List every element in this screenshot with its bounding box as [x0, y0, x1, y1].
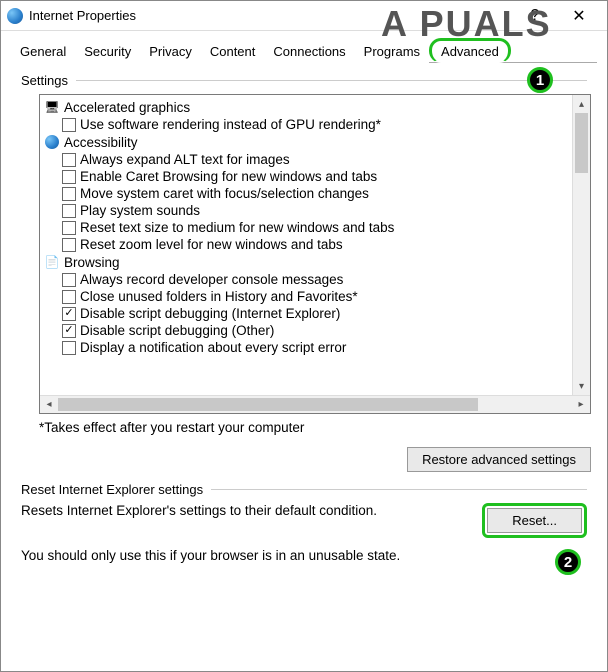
settings-list[interactable]: Accelerated graphics Use software render…: [40, 95, 572, 395]
reset-highlight: Reset...: [482, 503, 587, 538]
scroll-thumb[interactable]: [575, 113, 588, 173]
reset-button[interactable]: Reset...: [487, 508, 582, 533]
divider: [76, 80, 587, 81]
option-label: Enable Caret Browsing for new windows an…: [80, 169, 377, 184]
option-gpu-rendering[interactable]: Use software rendering instead of GPU re…: [44, 116, 568, 133]
group-browsing[interactable]: Browsing: [44, 253, 568, 271]
option-dev-console[interactable]: Always record developer console messages: [44, 271, 568, 288]
scroll-thumb[interactable]: [58, 398, 478, 411]
settings-tree: Accelerated graphics Use software render…: [39, 94, 591, 414]
reset-fieldset: Reset Internet Explorer settings: [21, 482, 587, 497]
tabs: General Security Privacy Content Connect…: [11, 35, 597, 63]
option-disable-debug-ie[interactable]: ✓ Disable script debugging (Internet Exp…: [44, 305, 568, 322]
tab-connections[interactable]: Connections: [264, 39, 354, 63]
checkbox[interactable]: [62, 290, 76, 304]
option-label: Disable script debugging (Other): [80, 323, 274, 338]
restart-note: *Takes effect after you restart your com…: [39, 420, 587, 435]
option-script-error-notify[interactable]: Display a notification about every scrip…: [44, 339, 568, 356]
tab-security[interactable]: Security: [75, 39, 140, 63]
scroll-track[interactable]: [573, 113, 590, 377]
scroll-down-icon[interactable]: ▾: [573, 377, 590, 395]
globe-icon: [44, 134, 60, 150]
option-alt-text[interactable]: Always expand ALT text for images: [44, 151, 568, 168]
checkbox[interactable]: [62, 238, 76, 252]
close-button[interactable]: ✕: [557, 2, 601, 30]
option-label: Reset zoom level for new windows and tab…: [80, 237, 343, 252]
tab-general[interactable]: General: [11, 39, 75, 63]
checkbox[interactable]: [62, 341, 76, 355]
tab-programs[interactable]: Programs: [355, 39, 429, 63]
option-label: Display a notification about every scrip…: [80, 340, 346, 355]
horizontal-scrollbar[interactable]: ◂ ▸: [40, 395, 590, 413]
callout-2: 2: [555, 549, 581, 575]
option-system-caret[interactable]: Move system caret with focus/selection c…: [44, 185, 568, 202]
tab-privacy[interactable]: Privacy: [140, 39, 201, 63]
help-button[interactable]: ?: [513, 2, 557, 30]
content: Settings Accelerated graphics Use softwa…: [1, 63, 607, 573]
tab-advanced[interactable]: Advanced: [429, 38, 511, 63]
checkbox[interactable]: [62, 273, 76, 287]
option-label: Use software rendering instead of GPU re…: [80, 117, 381, 132]
scroll-track[interactable]: [58, 396, 572, 413]
option-label: Close unused folders in History and Favo…: [80, 289, 358, 304]
option-label: Always expand ALT text for images: [80, 152, 290, 167]
window-title: Internet Properties: [29, 8, 513, 23]
scroll-up-icon[interactable]: ▴: [573, 95, 590, 113]
checkbox[interactable]: [62, 187, 76, 201]
group-label: Accessibility: [64, 135, 138, 150]
group-label: Browsing: [64, 255, 120, 270]
option-disable-debug-other[interactable]: ✓ Disable script debugging (Other): [44, 322, 568, 339]
checkbox[interactable]: [62, 204, 76, 218]
group-accelerated-graphics[interactable]: Accelerated graphics: [44, 98, 568, 116]
settings-fieldset: Settings: [21, 73, 587, 88]
checkbox[interactable]: [62, 118, 76, 132]
group-label: Accelerated graphics: [64, 100, 190, 115]
callout-1: 1: [527, 67, 553, 93]
checkbox[interactable]: [62, 153, 76, 167]
reset-description: Resets Internet Explorer's settings to t…: [21, 503, 466, 518]
checkbox[interactable]: ✓: [62, 307, 76, 321]
restore-advanced-button[interactable]: Restore advanced settings: [407, 447, 591, 472]
divider: [211, 489, 587, 490]
option-label: Play system sounds: [80, 203, 200, 218]
tab-content[interactable]: Content: [201, 39, 265, 63]
globe-icon: [7, 8, 23, 24]
checkbox[interactable]: [62, 170, 76, 184]
monitor-icon: [44, 99, 60, 115]
checkbox[interactable]: [62, 221, 76, 235]
reset-label: Reset Internet Explorer settings: [21, 482, 203, 497]
checkbox[interactable]: ✓: [62, 324, 76, 338]
document-icon: [44, 254, 60, 270]
vertical-scrollbar[interactable]: ▴ ▾: [572, 95, 590, 395]
option-reset-zoom[interactable]: Reset zoom level for new windows and tab…: [44, 236, 568, 253]
scroll-right-icon[interactable]: ▸: [572, 396, 590, 413]
reset-warning: You should only use this if your browser…: [21, 548, 587, 563]
scroll-left-icon[interactable]: ◂: [40, 396, 58, 413]
option-play-sounds[interactable]: Play system sounds: [44, 202, 568, 219]
settings-label: Settings: [21, 73, 68, 88]
titlebar: Internet Properties ? ✕: [1, 1, 607, 31]
option-caret-browsing[interactable]: Enable Caret Browsing for new windows an…: [44, 168, 568, 185]
option-label: Move system caret with focus/selection c…: [80, 186, 369, 201]
group-accessibility[interactable]: Accessibility: [44, 133, 568, 151]
option-label: Always record developer console messages: [80, 272, 343, 287]
option-reset-text-size[interactable]: Reset text size to medium for new window…: [44, 219, 568, 236]
option-label: Reset text size to medium for new window…: [80, 220, 394, 235]
option-close-folders[interactable]: Close unused folders in History and Favo…: [44, 288, 568, 305]
option-label: Disable script debugging (Internet Explo…: [80, 306, 340, 321]
